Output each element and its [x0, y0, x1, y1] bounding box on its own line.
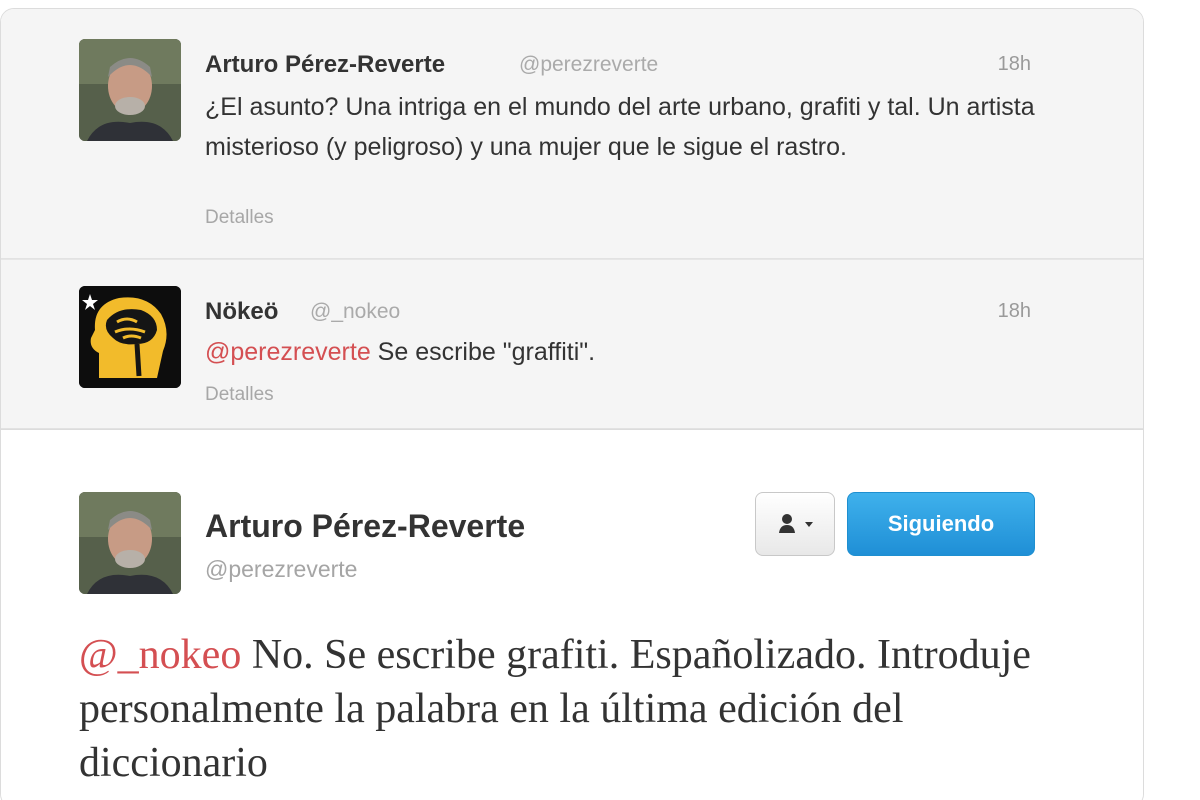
author-avatar[interactable] [79, 492, 181, 594]
tweet-text: ¿El asunto? Una intriga en el mundo del … [205, 93, 1035, 161]
user-icon [779, 514, 795, 533]
mention-link[interactable]: @perezreverte [205, 338, 371, 366]
tweet-text: @perezreverte Se escribe "graffiti". [205, 332, 1035, 372]
tweet-time[interactable]: 18h [998, 53, 1031, 76]
main-tweet-text: @_nokeo No. Se escribe grafiti. Españoli… [79, 628, 1059, 790]
brain-head-icon [79, 286, 181, 388]
author-avatar[interactable] [79, 286, 181, 388]
portrait-photo [79, 492, 181, 594]
tweet-item[interactable]: Arturo Pérez-Reverte @perezreverte 18h ¿… [1, 9, 1143, 259]
details-link[interactable]: Detalles [205, 207, 274, 229]
author-handle[interactable]: @perezreverte [519, 53, 658, 77]
caret-down-icon [805, 522, 813, 527]
twitter-page: Arturo Pérez-Reverte @perezreverte 18h ¿… [0, 0, 1200, 800]
author-name[interactable]: Nökeö [205, 298, 278, 326]
author-handle[interactable]: @perezreverte [205, 556, 357, 583]
author-avatar[interactable] [79, 39, 181, 141]
user-actions-button[interactable] [755, 492, 835, 556]
portrait-photo [79, 39, 181, 141]
tweet-item[interactable]: Nökeö @_nokeo 18h @perezreverte Se escri… [1, 259, 1143, 429]
conversation-thread: Arturo Pérez-Reverte @perezreverte 18h ¿… [0, 8, 1144, 800]
author-handle[interactable]: @_nokeo [310, 300, 400, 324]
main-tweet: Arturo Pérez-Reverte @perezreverte Sigui… [1, 429, 1143, 800]
mention-link[interactable]: @_nokeo [79, 632, 241, 678]
following-button[interactable]: Siguiendo [847, 492, 1035, 556]
author-name[interactable]: Arturo Pérez-Reverte [205, 51, 445, 79]
tweet-text-body: Se escribe "graffiti". [370, 338, 596, 366]
details-link[interactable]: Detalles [205, 384, 274, 406]
author-name[interactable]: Arturo Pérez-Reverte [205, 508, 525, 545]
tweet-time[interactable]: 18h [998, 300, 1031, 323]
